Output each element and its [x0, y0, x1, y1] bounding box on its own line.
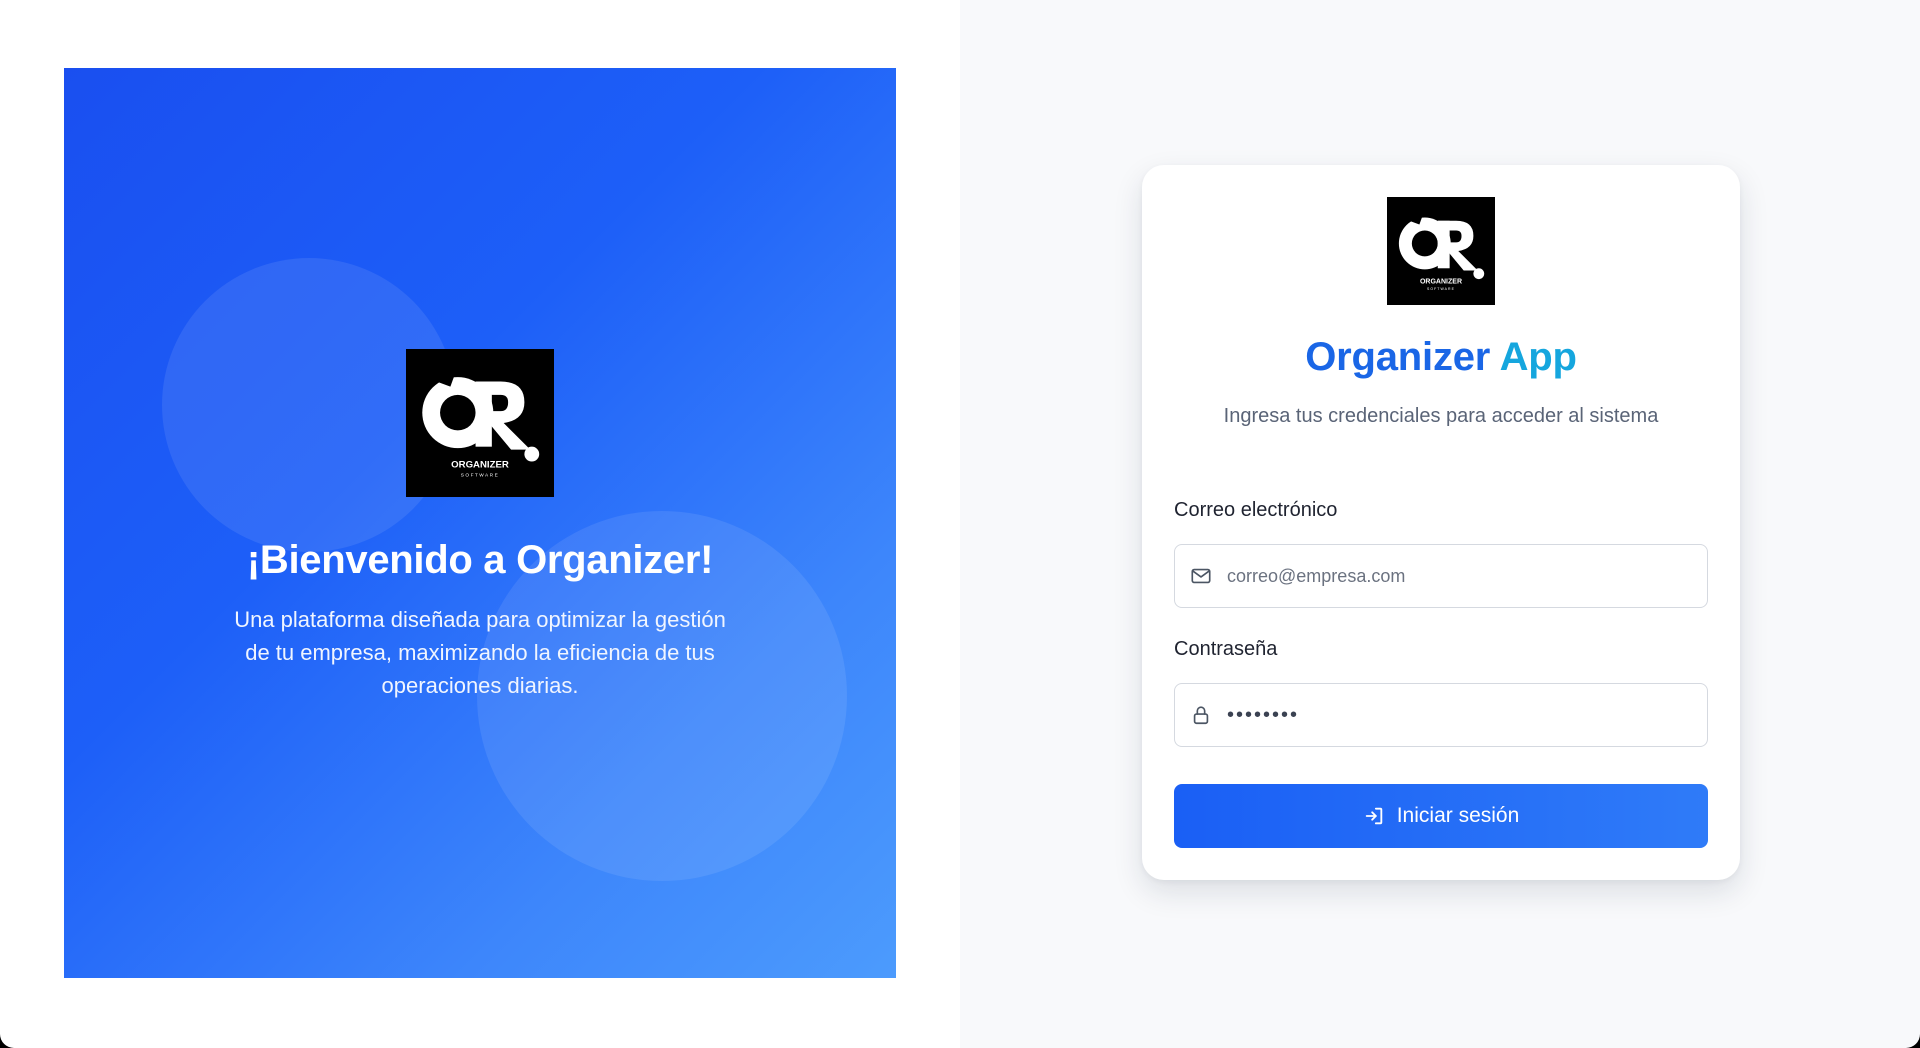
svg-text:SOFTWARE: SOFTWARE [461, 472, 499, 478]
password-label: Contraseña [1174, 638, 1278, 660]
window-corner [1906, 1034, 1920, 1048]
mail-icon [1189, 564, 1213, 588]
login-icon [1363, 805, 1385, 827]
app-title: Organizer App [1142, 335, 1740, 380]
window-corner [0, 1034, 14, 1048]
app-title-part1: Organizer [1305, 335, 1491, 379]
svg-text:SOFTWARE: SOFTWARE [1427, 287, 1455, 291]
password-input[interactable] [1227, 684, 1707, 746]
organizer-logo-icon: ORGANIZER SOFTWARE [406, 349, 554, 497]
welcome-description: Una plataforma diseñada para optimizar l… [234, 607, 726, 698]
right-panel: ORGANIZER SOFTWARE Organizer App Ingresa… [960, 0, 1920, 1048]
welcome-content: ORGANIZER SOFTWARE ¡Bienvenido a Organiz… [64, 349, 896, 702]
email-input[interactable] [1227, 545, 1707, 607]
welcome-hero: ORGANIZER SOFTWARE ¡Bienvenido a Organiz… [64, 68, 896, 978]
login-card: ORGANIZER SOFTWARE Organizer App Ingresa… [1142, 165, 1740, 880]
login-button-label: Iniciar sesión [1396, 804, 1520, 827]
password-field[interactable] [1174, 683, 1708, 747]
lock-icon [1189, 703, 1213, 727]
email-field[interactable] [1174, 544, 1708, 608]
email-label: Correo electrónico [1174, 499, 1338, 521]
svg-text:ORGANIZER: ORGANIZER [1420, 278, 1462, 285]
login-button[interactable]: Iniciar sesión [1174, 784, 1708, 848]
left-panel: ORGANIZER SOFTWARE ¡Bienvenido a Organiz… [0, 0, 960, 1048]
login-subtitle: Ingresa tus credenciales para acceder al… [1223, 405, 1659, 427]
app-title-part2: App [1499, 335, 1577, 379]
svg-text:ORGANIZER: ORGANIZER [451, 459, 509, 470]
organizer-logo-icon: ORGANIZER SOFTWARE [1387, 197, 1495, 305]
welcome-title: ¡Bienvenido a Organizer! [246, 538, 714, 582]
